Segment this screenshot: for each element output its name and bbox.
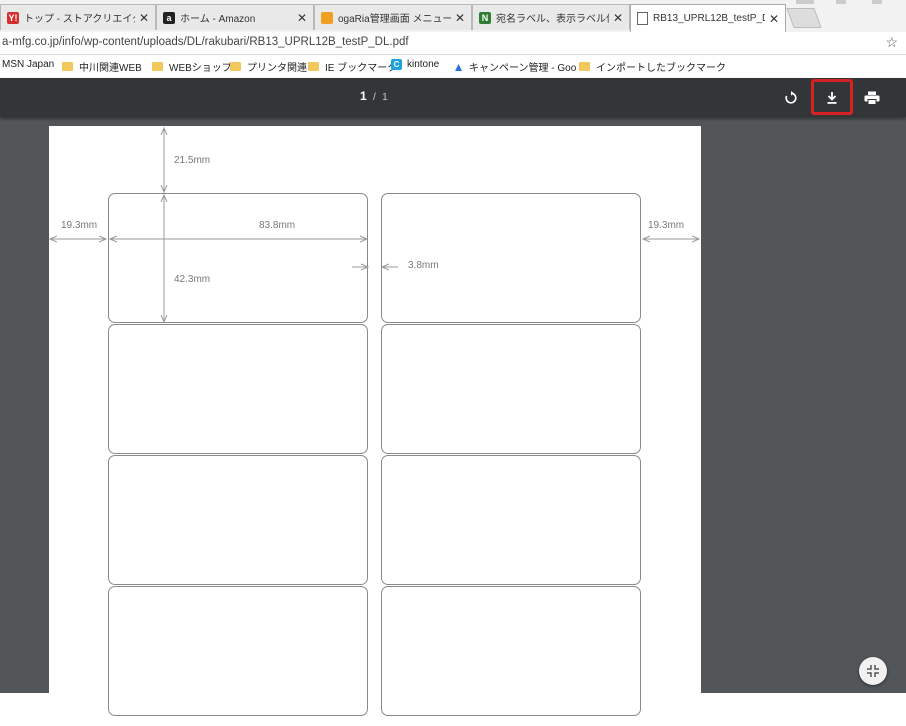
page-indicator: 1 / 1 [360, 89, 388, 103]
close-icon[interactable]: ✕ [613, 11, 623, 25]
bookmark-kintone[interactable]: C kintone [391, 59, 439, 70]
label-slot [381, 586, 641, 716]
tab-1[interactable]: a ホーム - Amazon ✕ [156, 4, 314, 30]
close-icon[interactable]: ✕ [139, 11, 149, 25]
label-slot [381, 455, 641, 585]
folder-icon [579, 62, 590, 71]
bookmark-label: 中川関連WEB [79, 63, 142, 74]
tab-0[interactable]: Y! トップ - ストアクリエイターPr ✕ [0, 4, 156, 30]
label-width-label: 83.8mm [259, 220, 296, 231]
label-slot [108, 455, 368, 585]
tab-title: トップ - ストアクリエイターPr [24, 14, 135, 25]
download-highlight-box [811, 79, 853, 115]
green-n-icon: N [479, 11, 491, 24]
bookmark-msn-japan[interactable]: MSN Japan [2, 59, 54, 70]
top-margin-label: 21.5mm [174, 155, 211, 166]
kintone-icon: C [391, 59, 402, 70]
bookmark-label: kintone [407, 59, 440, 70]
fit-page-button[interactable] [859, 657, 887, 685]
label-slot [108, 586, 368, 716]
document-icon [637, 12, 648, 25]
left-margin-label: 19.3mm [61, 220, 98, 231]
label-slot [381, 324, 641, 454]
right-margin-label: 19.3mm [648, 220, 685, 231]
tab-title: ホーム - Amazon [180, 14, 256, 25]
bookmark-label: インポートしたブックマーク [596, 63, 726, 74]
folder-icon [308, 62, 319, 71]
bookmark-label: WEBショップ [169, 63, 232, 74]
page-current[interactable]: 1 [360, 89, 367, 103]
page-total: 1 [382, 92, 388, 103]
bookmark-folder-nakagawa[interactable]: 中川関連WEB [62, 59, 142, 74]
red-y-icon: Y! [7, 11, 19, 24]
bookmark-folder-ie[interactable]: IE ブックマーク [308, 59, 397, 74]
star-icon[interactable]: ☆ [885, 34, 898, 51]
rotate-icon [785, 91, 797, 104]
folder-icon [62, 62, 73, 71]
window-minimize-button[interactable] [796, 0, 814, 4]
tab-title: RB13_UPRL12B_testP_DL [653, 13, 765, 24]
close-icon[interactable]: ✕ [455, 11, 465, 25]
page-separator: / [373, 92, 376, 103]
pdf-toolbar: 1 / 1 [0, 78, 906, 117]
close-icon[interactable]: ✕ [297, 11, 307, 25]
tab-strip: Y! トップ - ストアクリエイターPr ✕ a ホーム - Amazon ✕ … [0, 0, 906, 32]
bookmark-folder-webshop[interactable]: WEBショップ [152, 59, 232, 74]
tab-title: 宛名ラベル、表示ラベル作成 [496, 14, 609, 25]
amazon-icon: a [163, 11, 175, 24]
bookmark-folder-imported[interactable]: インポートしたブックマーク [579, 59, 726, 74]
pdf-page: 21.5mm 19.3mm 83.8mm 19.3mm 42.3mm 3.8mm [49, 126, 701, 726]
bookmark-adwords[interactable]: ▲ キャンペーン管理 - Goo [452, 59, 577, 75]
tab-3[interactable]: N 宛名ラベル、表示ラベル作成 ✕ [472, 4, 630, 30]
new-tab-button[interactable] [786, 8, 822, 28]
column-gap-label: 3.8mm [408, 260, 439, 271]
orange-blocks-icon [321, 11, 333, 24]
bookmark-label: IE ブックマーク [325, 63, 398, 74]
label-height-label: 42.3mm [174, 274, 211, 285]
folder-icon [230, 62, 241, 71]
folder-icon [152, 62, 163, 71]
label-slot [108, 324, 368, 454]
bookmark-label: キャンペーン管理 - Goo [469, 63, 577, 74]
bookmark-folder-printer[interactable]: プリンタ関連 [230, 59, 307, 74]
pdf-viewer[interactable]: 21.5mm 19.3mm 83.8mm 19.3mm 42.3mm 3.8mm [0, 117, 906, 726]
tab-4-active[interactable]: RB13_UPRL12B_testP_DL ✕ [630, 4, 786, 32]
tab-title: ogaRia管理画面 メニュー [338, 14, 451, 25]
tab-2[interactable]: ogaRia管理画面 メニュー ✕ [314, 4, 472, 30]
fit-page-icon [867, 665, 879, 677]
print-button[interactable] [860, 86, 884, 110]
adwords-icon: ▲ [452, 59, 465, 74]
bookmark-label: MSN Japan [2, 59, 55, 70]
address-bar[interactable]: a-mfg.co.jp/info/wp-content/uploads/DL/r… [0, 32, 906, 55]
rotate-button[interactable] [779, 86, 803, 110]
window-maximize-button[interactable] [836, 0, 846, 4]
bookmark-label: プリンタ関連 [247, 63, 307, 74]
dimension-arrows [49, 126, 701, 326]
bookmarks-bar: MSN Japan 中川関連WEB WEBショップ プリンタ関連 IE ブックマ… [0, 55, 906, 77]
url-text[interactable]: a-mfg.co.jp/info/wp-content/uploads/DL/r… [2, 36, 409, 48]
print-icon [864, 91, 880, 105]
close-icon[interactable]: ✕ [769, 12, 779, 26]
window-close-button[interactable] [872, 0, 882, 4]
